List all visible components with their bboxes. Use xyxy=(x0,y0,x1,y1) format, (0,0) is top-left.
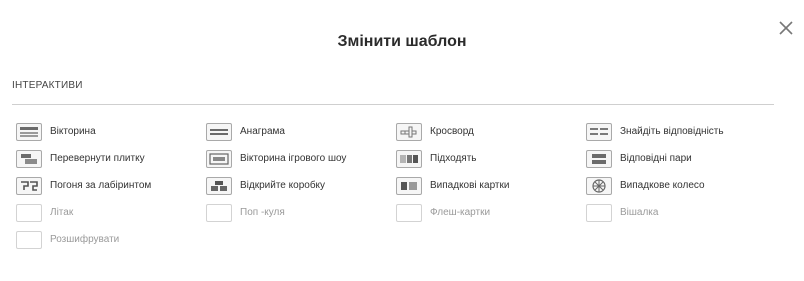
template-item-anagram[interactable]: Анаграма xyxy=(206,118,396,145)
template-item-maze-chase[interactable]: Погоня за лабіринтом xyxy=(16,172,206,199)
match-icon xyxy=(396,149,422,168)
open-box-icon xyxy=(206,176,232,195)
template-item-gameshow-quiz[interactable]: Вікторина ігрового шоу xyxy=(206,145,396,172)
template-label: Відповідні пари xyxy=(620,153,692,164)
template-label: Відкрийте коробку xyxy=(240,180,326,191)
quiz-icon xyxy=(16,122,42,141)
template-grid: Вікторина Анаграма Кросворд Знайдіть від… xyxy=(16,118,776,253)
airplane-icon xyxy=(16,203,42,222)
change-template-dialog: Змінити шаблон ІНТЕРАКТИВИ Вікторина Ана… xyxy=(0,0,804,281)
template-label: Вікторина xyxy=(50,126,96,137)
unjumble-icon xyxy=(16,230,42,249)
spin-wheel-icon xyxy=(586,176,612,195)
template-label: Кросворд xyxy=(430,126,474,137)
section-divider xyxy=(12,104,774,105)
template-item-matching-pairs[interactable]: Відповідні пари xyxy=(586,145,776,172)
template-label: Флеш-картки xyxy=(430,207,491,218)
balloon-pop-icon xyxy=(206,203,232,222)
template-label: Літак xyxy=(50,207,74,218)
match-up-icon xyxy=(586,122,612,141)
template-label: Знайдіть відповідність xyxy=(620,126,724,137)
template-label: Вікторина ігрового шоу xyxy=(240,153,347,164)
template-label: Поп -куля xyxy=(240,207,285,218)
matching-pairs-icon xyxy=(586,149,612,168)
template-item-match-up[interactable]: Знайдіть відповідність xyxy=(586,118,776,145)
flip-tiles-icon xyxy=(16,149,42,168)
template-item-quiz[interactable]: Вікторина xyxy=(16,118,206,145)
hangman-icon xyxy=(586,203,612,222)
template-label: Вішалка xyxy=(620,207,659,218)
template-item-open-box[interactable]: Відкрийте коробку xyxy=(206,172,396,199)
template-item-unjumble: Розшифрувати xyxy=(16,226,206,253)
maze-chase-icon xyxy=(16,176,42,195)
template-label: Випадкове колесо xyxy=(620,180,705,191)
template-item-crossword[interactable]: Кросворд xyxy=(396,118,586,145)
template-label: Випадкові картки xyxy=(430,180,510,191)
anagram-icon xyxy=(206,122,232,141)
close-icon[interactable] xyxy=(776,18,796,38)
template-item-hangman: Вішалка xyxy=(586,199,776,226)
template-item-flash-cards: Флеш-картки xyxy=(396,199,586,226)
template-item-airplane: Літак xyxy=(16,199,206,226)
section-label: ІНТЕРАКТИВИ xyxy=(12,80,83,91)
template-label: Перевернути плитку xyxy=(50,153,145,164)
dialog-title: Змінити шаблон xyxy=(337,33,467,50)
random-cards-icon xyxy=(396,176,422,195)
flash-cards-icon xyxy=(396,203,422,222)
crossword-icon xyxy=(396,122,422,141)
template-label: Погоня за лабіринтом xyxy=(50,180,152,191)
gameshow-quiz-icon xyxy=(206,149,232,168)
template-label: Підходять xyxy=(430,153,477,164)
template-item-flip-tiles[interactable]: Перевернути плитку xyxy=(16,145,206,172)
template-label: Анаграма xyxy=(240,126,285,137)
template-label: Розшифрувати xyxy=(50,234,120,245)
template-item-match[interactable]: Підходять xyxy=(396,145,586,172)
template-item-spin-wheel[interactable]: Випадкове колесо xyxy=(586,172,776,199)
template-item-random-cards[interactable]: Випадкові картки xyxy=(396,172,586,199)
template-item-balloon-pop: Поп -куля xyxy=(206,199,396,226)
